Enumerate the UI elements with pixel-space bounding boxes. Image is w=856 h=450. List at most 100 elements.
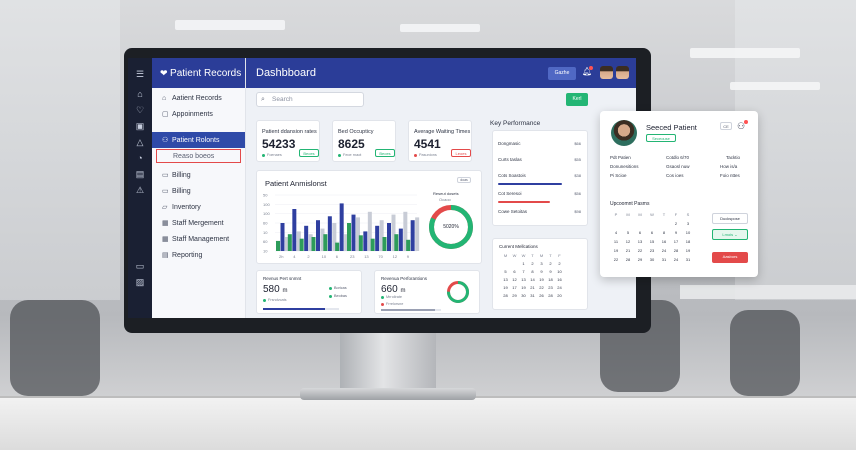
calendar-day[interactable]: 22 [634,248,646,254]
calendar-day[interactable]: 20 [555,293,564,299]
calendar-day[interactable]: 2 [546,261,555,267]
calendar-day[interactable]: 12 [622,239,634,245]
calendar-day[interactable]: 28 [546,293,555,299]
calendar-day[interactable]: 19 [537,277,546,283]
calendar-day[interactable]: 9 [546,269,555,275]
action-button[interactable]: Kerl [566,93,588,106]
calendar-day[interactable]: 2 [670,221,682,227]
calendar-day[interactable]: 16 [555,277,564,283]
revenue-card-1[interactable]: Revnus Pert snmnt 580 m Frsndvcats Boric… [256,270,362,314]
calendar-day[interactable]: 19 [501,285,510,291]
calendar-day[interactable]: 17 [670,239,682,245]
menu-icon[interactable]: ☰ [128,66,152,82]
bell-icon[interactable]: △ [128,134,152,150]
calendar-day[interactable]: 29 [634,257,646,263]
chart-options-button[interactable]: doas [457,177,471,183]
nav-item-reason-codes[interactable]: Reaso boeos [156,149,241,163]
nav-item-patient-records[interactable]: ⌂ Aatient Records [152,90,245,106]
calendar-day[interactable]: 12 [510,277,519,283]
calendar-day[interactable]: 9 [670,230,682,236]
calendar-day[interactable]: 14 [528,277,537,283]
calendar-day[interactable]: 7 [519,269,528,275]
nav-item-staff-mergement[interactable]: ▦ Staff Mergement [152,215,245,231]
calendar-day[interactable]: 30 [646,257,658,263]
calendar-day[interactable]: 2 [528,261,537,267]
calendar-day[interactable]: 31 [528,293,537,299]
calendar-day[interactable]: 24 [555,285,564,291]
calendar-day[interactable]: 21 [528,285,537,291]
nav-item-billing[interactable]: ▭ Billing [152,167,245,183]
calendar-day[interactable]: 28 [501,293,510,299]
stat-card-waiting-times[interactable]: Average Waiting Times 4541 Pasunions Leo… [408,120,472,162]
nav-item-billing-2[interactable]: ▭ Billing [152,183,245,199]
warning-icon[interactable]: ⚠ [128,182,152,198]
topbar-button[interactable]: Gazhe [548,67,576,80]
calendar-day[interactable]: 6 [510,269,519,275]
calendar-day[interactable]: 31 [658,257,670,263]
calendar-day[interactable]: 22 [610,257,622,263]
calendar-day[interactable]: 21 [622,248,634,254]
calendar-day[interactable]: 29 [510,293,519,299]
stat-card-bed-occupancy[interactable]: Bed Occupticy 8625 Feoe rnaot Beoes [332,120,396,162]
calendar-day[interactable]: 22 [537,285,546,291]
calendar-day[interactable]: 13 [519,277,528,283]
calendar-day[interactable]: 2 [555,261,564,267]
revenue-card-2[interactable]: Revenua Perforantions 660 m Mrrolirate F… [374,270,480,314]
calendar-day[interactable]: 4 [610,230,622,236]
calendar-day[interactable]: 30 [519,293,528,299]
calendar-day[interactable]: 18 [546,277,555,283]
calendar-day[interactable]: 23 [646,248,658,254]
archive-icon[interactable]: ▭ [128,258,152,274]
calendar-day[interactable]: 28 [670,248,682,254]
calendar-day[interactable]: 18 [682,239,694,245]
calendar-day[interactable]: 23 [546,285,555,291]
calendar-day[interactable]: 1 [519,261,528,267]
calendar-day[interactable]: 17 [510,285,519,291]
avatar[interactable] [616,66,629,79]
calendar-day[interactable]: 31 [682,257,694,263]
calendar-day[interactable]: 28 [622,257,634,263]
nav-item-staff-management[interactable]: ▦ Staff Management [152,231,245,247]
calendar-day[interactable]: 3 [537,261,546,267]
calendar-day[interactable]: 24 [670,257,682,263]
calendar-day[interactable]: 19 [519,285,528,291]
calendar-day[interactable]: 24 [658,248,670,254]
calendar-day[interactable]: 13 [501,277,510,283]
revenue-sub: Frrelorsne [381,302,403,306]
calendar-day[interactable]: 9 [537,269,546,275]
calendar-day[interactable]: 15 [646,239,658,245]
panel-danger-button[interactable]: Aasbors [712,252,748,263]
calendar-day[interactable]: 10 [555,269,564,275]
terminal-icon[interactable]: ▨ [128,274,152,290]
calendar-day[interactable]: 5 [501,269,510,275]
nav-item-patient-reports[interactable]: ⚇ Patient Rolonts [152,132,245,148]
calendar-day[interactable]: 19 [682,248,694,254]
search-input[interactable]: ⌕ Search [256,92,364,107]
calendar-day[interactable]: 5 [622,230,634,236]
folder-icon[interactable]: ▣ [128,118,152,134]
nav-item-appointments[interactable]: ▢ Appoinments [152,106,245,122]
calendar-day[interactable]: 6 [646,230,658,236]
panel-dropdown[interactable]: Lmois ⌄ [712,229,748,240]
building-icon[interactable]: ▤ [128,166,152,182]
calendar-day[interactable]: 19 [610,248,622,254]
stat-card-admission-rates[interactable]: Patient ddansion rates 54233 Foenaes Beo… [256,120,320,162]
calendar-day[interactable]: 10 [682,230,694,236]
nav-item-reporting[interactable]: ▤ Reporting [152,247,245,263]
calendar-day[interactable]: 3 [682,221,694,227]
home-icon[interactable]: ⌂ [128,86,152,102]
panel-side-button[interactable]: Duckspose [712,213,748,224]
app-brand[interactable]: ❤︎ Patient Records [152,58,245,88]
calendar-day[interactable]: 8 [528,269,537,275]
calendar-day[interactable]: 6 [634,230,646,236]
nav-item-inventory[interactable]: ▱ Inventory [152,199,245,215]
avatar[interactable] [600,66,613,79]
calendar-day[interactable]: 16 [658,239,670,245]
calendar-day[interactable]: 8 [658,230,670,236]
calendar-day[interactable]: 11 [610,239,622,245]
heart-icon[interactable]: ♡ [128,102,152,118]
panel-button[interactable]: CE [720,122,732,130]
calendar-day[interactable]: 26 [537,293,546,299]
calendar-day[interactable]: 13 [634,239,646,245]
cart-icon[interactable]: ◔ [128,150,152,166]
